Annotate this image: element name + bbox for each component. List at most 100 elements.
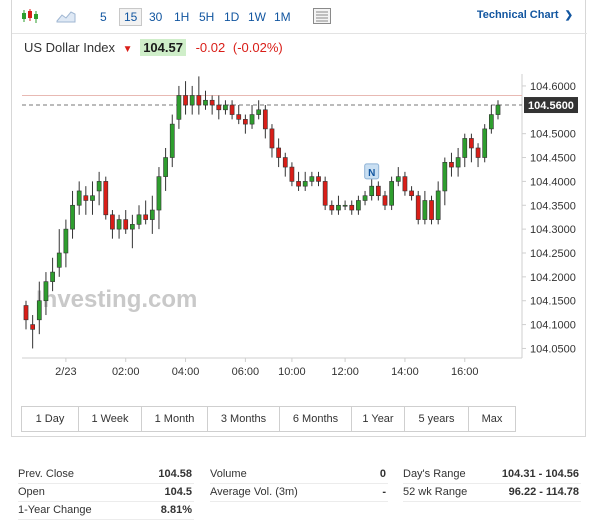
down-arrow-icon: ▼ xyxy=(122,44,133,55)
candle-body xyxy=(216,104,222,111)
candle-body xyxy=(50,271,55,282)
stat-label: Prev. Close xyxy=(18,468,75,480)
candle-body xyxy=(309,176,315,182)
candle-body xyxy=(130,224,135,230)
candle-body xyxy=(422,200,428,220)
x-tick-label: 14:00 xyxy=(391,366,419,378)
candle-body xyxy=(96,181,102,192)
chart-widget: 5 15 30 1H 5H 1D 1W 1M Technical Chart ❯… xyxy=(11,0,587,437)
range-1-year[interactable]: 1 Year xyxy=(352,407,405,431)
stat-value: 8.81% xyxy=(160,504,192,516)
x-tick-label: 2/23 xyxy=(55,366,76,378)
stat-1-year-change: 1-Year Change 8.81% xyxy=(18,502,194,520)
x-tick-label: 06:00 xyxy=(232,366,260,378)
instrument-name: US Dollar Index xyxy=(24,40,116,55)
area-type-icon[interactable] xyxy=(56,8,76,24)
y-tick-label: 104.3000 xyxy=(530,224,576,236)
price-change-percent: (-0.02%) xyxy=(232,40,283,55)
news-event-label: N xyxy=(368,168,375,179)
candle-body xyxy=(56,252,62,268)
timeframe-30[interactable]: 30 xyxy=(145,8,166,26)
candle-body xyxy=(36,300,42,321)
candle-body xyxy=(23,305,29,321)
candle-body xyxy=(382,195,388,206)
stat-value: 0 xyxy=(379,468,386,480)
candle-body xyxy=(30,324,36,330)
candle-body xyxy=(110,214,115,230)
candle-body xyxy=(83,195,89,201)
last-price-label: 104.5600 xyxy=(528,100,574,112)
x-tick-label: 12:00 xyxy=(331,366,359,378)
range-1-day[interactable]: 1 Day xyxy=(22,407,79,431)
chevron-right-icon: ❯ xyxy=(564,10,573,21)
stat-label: 52 wk Range xyxy=(403,486,468,498)
candle-body xyxy=(462,138,468,158)
candle-body xyxy=(342,204,348,207)
candle-body xyxy=(322,181,328,206)
stat-label: 1-Year Change xyxy=(18,504,92,516)
candle-body xyxy=(435,190,441,220)
candle-body xyxy=(402,176,408,192)
chart-toolbar: 5 15 30 1H 5H 1D 1W 1M Technical Chart ❯ xyxy=(12,0,587,34)
candle-body xyxy=(369,185,375,197)
candle-body xyxy=(336,204,341,211)
candle-body xyxy=(136,214,142,225)
candle-body xyxy=(488,114,494,130)
candle-body xyxy=(196,95,202,106)
candle-body xyxy=(282,157,288,168)
timeframe-15[interactable]: 15 xyxy=(119,8,143,26)
y-tick-label: 104.2500 xyxy=(530,248,576,260)
candle-body xyxy=(495,104,501,115)
candlestick-type-icon[interactable] xyxy=(20,8,40,24)
candle-body xyxy=(356,200,361,211)
range-max[interactable]: Max xyxy=(469,407,515,431)
stat-volume: Volume 0 xyxy=(210,466,388,484)
range-5-years[interactable]: 5 years xyxy=(405,407,469,431)
candle-body xyxy=(103,181,109,216)
candle-body xyxy=(415,195,421,220)
candle-body xyxy=(243,119,248,125)
candle-body xyxy=(429,200,434,220)
last-price: 104.57 xyxy=(140,39,186,56)
candle-body xyxy=(475,147,481,158)
y-tick-label: 104.6000 xyxy=(530,81,576,93)
range-1-month[interactable]: 1 Month xyxy=(142,407,208,431)
technical-chart-label: Technical Chart xyxy=(476,9,559,21)
stat-label: Volume xyxy=(210,468,247,480)
candle-body xyxy=(296,181,301,187)
timeframe-1m[interactable]: 1M xyxy=(270,8,295,26)
candle-body xyxy=(362,195,368,201)
timeframe-1d[interactable]: 1D xyxy=(220,8,243,26)
y-tick-label: 104.4500 xyxy=(530,153,576,165)
x-tick-label: 04:00 xyxy=(172,366,200,378)
range-3-months[interactable]: 3 Months xyxy=(208,407,280,431)
candle-body xyxy=(223,104,228,111)
stat-days-range: Day's Range 104.31 - 104.56 xyxy=(403,466,581,484)
technical-chart-link[interactable]: Technical Chart ❯ xyxy=(477,9,573,21)
stat-prev-close: Prev. Close 104.58 xyxy=(18,466,194,484)
candle-body xyxy=(482,128,488,158)
x-tick-label: 02:00 xyxy=(112,366,140,378)
candle-body xyxy=(183,95,188,106)
candle-body xyxy=(442,162,448,192)
timeframe-1h[interactable]: 1H xyxy=(170,8,193,26)
candle-body xyxy=(70,204,75,230)
y-tick-label: 104.3500 xyxy=(530,200,576,212)
candle-body xyxy=(316,176,321,182)
range-1-week[interactable]: 1 Week xyxy=(79,407,142,431)
x-tick-label: 16:00 xyxy=(451,366,479,378)
price-change: -0.02 xyxy=(195,40,226,55)
price-chart[interactable]: 104.6000 104.5000 104.4500 104.4000 104.3500… xyxy=(12,70,587,390)
timeframe-5[interactable]: 5 xyxy=(96,8,111,26)
candle-body xyxy=(276,147,281,158)
stat-52-week-range: 52 wk Range 96.22 - 114.78 xyxy=(403,484,581,502)
range-6-months[interactable]: 6 Months xyxy=(280,407,352,431)
timeframe-1w[interactable]: 1W xyxy=(244,8,270,26)
candle-body xyxy=(149,209,155,220)
timeframe-5h[interactable]: 5H xyxy=(195,8,218,26)
y-tick-label: 104.5000 xyxy=(530,129,576,141)
stat-open: Open 104.5 xyxy=(18,484,194,502)
stat-value: - xyxy=(382,486,386,498)
candle-body xyxy=(409,190,414,197)
table-view-icon[interactable] xyxy=(312,7,332,24)
